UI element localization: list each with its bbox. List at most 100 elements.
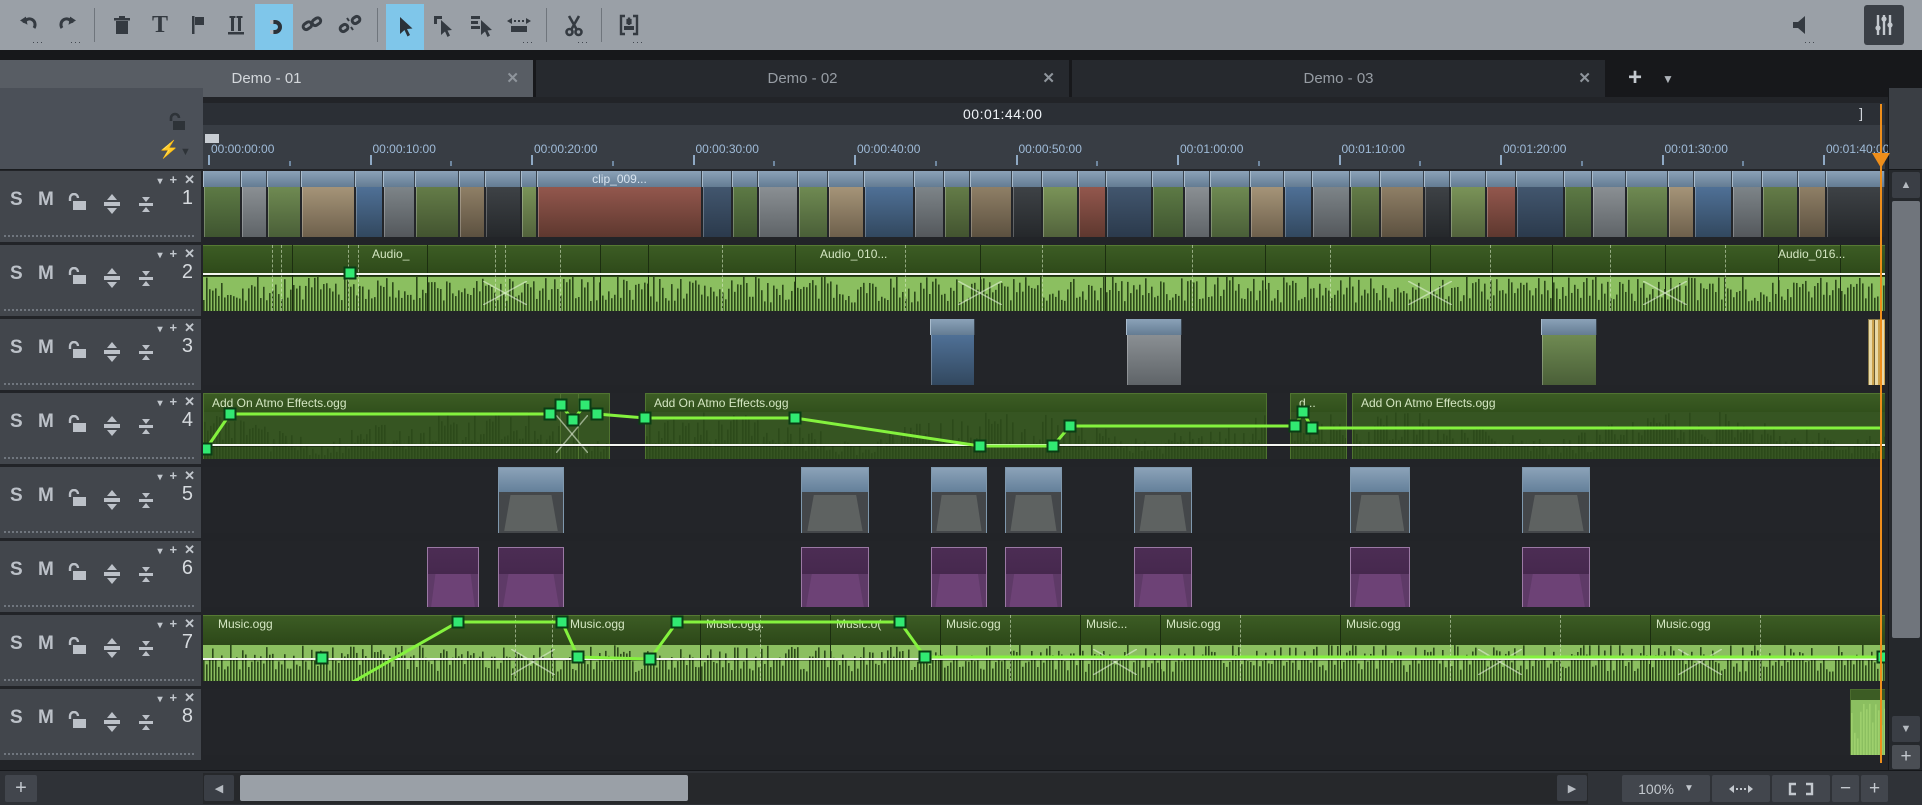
track-delete-button[interactable]: ✕ (184, 690, 195, 705)
mute-button[interactable]: M (38, 485, 54, 507)
mute-button[interactable]: M (38, 559, 54, 581)
collapse-track-icon[interactable] (134, 711, 158, 738)
zoom-stretch-button[interactable] (1712, 775, 1770, 802)
track-curve-dropdown[interactable]: ▾ (157, 472, 162, 483)
expand-track-icon[interactable] (100, 711, 124, 738)
video-clip[interactable] (1486, 171, 1516, 237)
video-clip[interactable] (415, 171, 459, 237)
zoom-out-button[interactable]: − (1832, 775, 1859, 802)
tab-close-icon[interactable]: ✕ (1578, 69, 1591, 87)
collapse-track-icon[interactable] (134, 415, 158, 442)
track-lane-7[interactable]: Music.oggMusic.oggMusic.ogg:Music.o(Musi… (203, 615, 1885, 681)
group-link-button[interactable] (293, 4, 331, 46)
mute-button[interactable]: M (38, 337, 54, 359)
add-tab-dropdown[interactable]: ▼ (1662, 72, 1674, 86)
effect-clip[interactable] (1005, 547, 1062, 607)
video-clip[interactable] (864, 171, 914, 237)
track-lane-5[interactable] (203, 467, 1885, 533)
title-clip[interactable] (801, 467, 869, 533)
track-lane-1[interactable]: clip_009... (203, 171, 1885, 237)
add-tab-button[interactable]: + (1628, 64, 1642, 92)
video-clip[interactable] (1250, 171, 1284, 237)
title-clip[interactable] (931, 467, 987, 533)
solo-button[interactable]: S (10, 559, 23, 581)
expand-track-icon[interactable] (100, 193, 124, 220)
video-clip[interactable]: clip_009... (537, 171, 702, 237)
volume-line[interactable] (203, 444, 1885, 446)
track-height-plus-button[interactable]: + (1892, 745, 1920, 769)
marker-flag-button[interactable] (179, 4, 217, 46)
video-clip[interactable] (758, 171, 798, 237)
video-clip[interactable] (485, 171, 521, 237)
effect-clip[interactable] (1350, 547, 1410, 607)
zoom-fit-button[interactable] (1772, 775, 1830, 802)
playhead-line[interactable] (1880, 104, 1882, 763)
track-delete-button[interactable]: ✕ (184, 616, 195, 631)
mute-button[interactable]: M (38, 707, 54, 729)
track-curve-dropdown[interactable]: ▾ (157, 620, 162, 631)
collapse-track-icon[interactable] (134, 341, 158, 368)
lock-track-icon[interactable] (66, 637, 88, 660)
track-delete-button[interactable]: ✕ (184, 246, 195, 261)
split-scissors-button[interactable]: ··· (555, 4, 593, 46)
expand-track-icon[interactable] (100, 637, 124, 664)
video-clip[interactable] (521, 171, 537, 237)
video-clip[interactable] (1798, 171, 1826, 237)
video-clip[interactable] (1668, 171, 1694, 237)
video-clip[interactable] (1126, 319, 1182, 385)
delete-button[interactable] (103, 4, 141, 46)
audio-level-button[interactable] (217, 4, 255, 46)
video-clip[interactable] (1694, 171, 1732, 237)
track-add-button[interactable]: + (170, 690, 178, 705)
expand-track-icon[interactable] (100, 489, 124, 516)
track-curve-dropdown[interactable]: ▾ (157, 546, 162, 557)
track-lane-4[interactable]: Add On Atmo Effects.oggAdd On Atmo Effec… (203, 393, 1885, 459)
collapse-track-icon[interactable] (134, 489, 158, 516)
vscroll-down-button[interactable]: ▼ (1892, 716, 1920, 742)
lock-track-icon[interactable] (66, 563, 88, 586)
track-delete-button[interactable]: ✕ (184, 468, 195, 483)
track-add-button[interactable]: + (170, 616, 178, 631)
lock-track-icon[interactable] (66, 415, 88, 438)
collapse-track-icon[interactable] (134, 563, 158, 590)
audio-clip[interactable]: d... (1290, 393, 1347, 459)
project-time-bar[interactable]: 00:01:44:00 ] (203, 103, 1885, 126)
video-clip[interactable] (914, 171, 944, 237)
project-tab[interactable]: Demo - 03✕ (1072, 60, 1605, 97)
track-add-button[interactable]: + (170, 394, 178, 409)
lock-icon[interactable] (166, 112, 188, 132)
audio-clip[interactable]: Add On Atmo Effects.ogg (203, 393, 562, 459)
solo-button[interactable]: S (10, 189, 23, 211)
lock-track-icon[interactable] (66, 193, 88, 216)
title-clip[interactable] (1522, 467, 1590, 533)
track-lane-8[interactable] (203, 689, 1885, 755)
video-clip[interactable] (1826, 171, 1885, 237)
object-select-button[interactable] (424, 4, 462, 46)
video-clip[interactable] (732, 171, 758, 237)
track-add-button[interactable]: + (170, 320, 178, 335)
collapse-track-icon[interactable] (134, 193, 158, 220)
range-end-marker[interactable]: ] (1859, 105, 1863, 121)
track-delete-button[interactable]: ✕ (184, 542, 195, 557)
track-lane-3[interactable] (203, 319, 1885, 385)
audio-output-button[interactable]: ··· (1782, 4, 1820, 46)
video-clip[interactable] (1106, 171, 1152, 237)
track-add-button[interactable]: + (170, 468, 178, 483)
stretch-tool-button[interactable]: ··· (500, 4, 538, 46)
project-tab[interactable]: Demo - 02✕ (536, 60, 1069, 97)
zoom-in-button[interactable]: + (1861, 775, 1888, 802)
track-curve-dropdown[interactable]: ▾ (157, 694, 162, 705)
collapse-track-icon[interactable] (134, 637, 158, 664)
effect-clip[interactable] (931, 547, 987, 607)
video-clip[interactable] (1516, 171, 1564, 237)
video-clip[interactable] (944, 171, 970, 237)
title-clip[interactable] (1350, 467, 1410, 533)
track-lane-6[interactable] (203, 541, 1885, 607)
video-clip[interactable] (828, 171, 864, 237)
video-clip[interactable] (301, 171, 355, 237)
track-add-button[interactable]: + (170, 172, 178, 187)
effect-clip[interactable] (801, 547, 869, 607)
zoom-level-dropdown[interactable]: 100% ▼ (1622, 775, 1710, 802)
volume-line[interactable] (203, 273, 1885, 275)
track-curve-dropdown[interactable]: ▾ (157, 324, 162, 335)
